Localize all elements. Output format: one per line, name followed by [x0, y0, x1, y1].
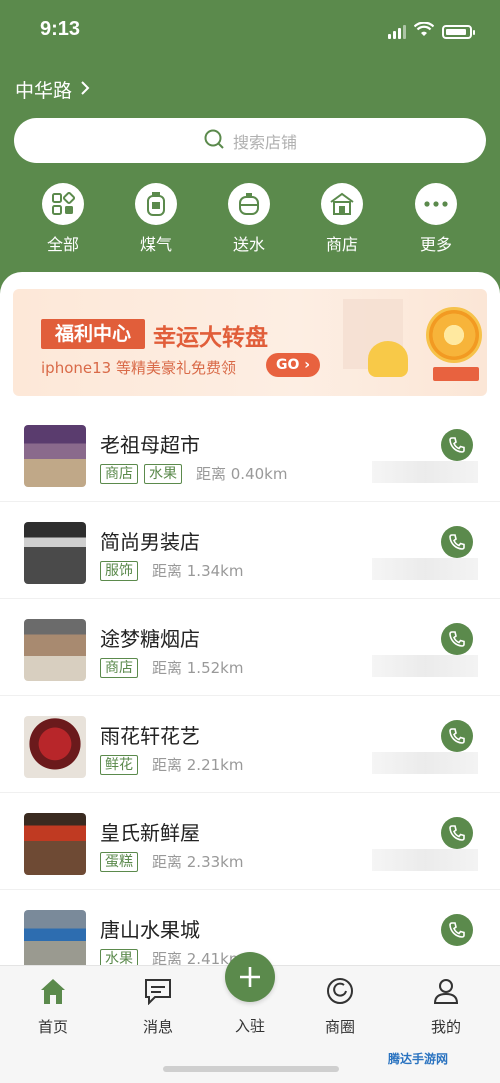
- tab-label: 消息: [142, 1018, 173, 1036]
- store-name: 简尚男装店: [100, 530, 200, 554]
- phone-icon[interactable]: [441, 817, 473, 849]
- water-bottle-icon: [228, 183, 270, 225]
- category-label: 送水: [232, 235, 265, 254]
- store-distance: 距离 2.33km: [152, 853, 244, 871]
- store-thumbnail: [24, 619, 86, 681]
- tab-label: 我的: [430, 1018, 461, 1036]
- category-label: 更多: [419, 235, 452, 254]
- battery-icon: [442, 25, 475, 39]
- phone-icon[interactable]: [441, 623, 473, 655]
- message-icon: [143, 976, 173, 1006]
- join-label: 入驻: [234, 1017, 265, 1035]
- category-bar: 全部 煤气 送水 商店 更多: [0, 183, 500, 255]
- coin-bag-icon: [368, 341, 408, 377]
- store-name: 老祖母超市: [100, 433, 200, 457]
- signal-icon: [388, 25, 406, 39]
- blurred-info: [372, 752, 478, 774]
- phone-icon[interactable]: [441, 526, 473, 558]
- category-water[interactable]: 送水: [209, 183, 289, 255]
- store-tag: 服饰: [100, 560, 138, 581]
- grid-icon: [42, 183, 84, 225]
- banner-tag: 福利中心: [41, 319, 145, 349]
- list-item[interactable]: 皇氏新鲜屋 蛋糕 距离 2.33km: [0, 793, 500, 890]
- tab-circle[interactable]: 商圈: [300, 976, 380, 1037]
- store-icon: [321, 183, 363, 225]
- user-icon: [431, 976, 461, 1006]
- phone-icon[interactable]: [441, 720, 473, 752]
- tab-label: 商圈: [324, 1018, 355, 1036]
- search-bar[interactable]: 搜索店铺: [14, 118, 486, 163]
- phone-icon[interactable]: [441, 914, 473, 946]
- banner-title: 幸运大转盘: [153, 325, 268, 351]
- location-label: 中华路: [15, 80, 73, 102]
- store-tag: 蛋糕: [100, 851, 138, 872]
- join-button[interactable]: [225, 952, 275, 1002]
- store-tag: 商店: [100, 463, 138, 484]
- banner-go-button[interactable]: GO ›: [266, 353, 320, 377]
- watermark: 腾达手游网: [388, 1052, 449, 1066]
- category-all[interactable]: 全部: [23, 183, 103, 255]
- home-icon: [38, 976, 68, 1006]
- store-thumbnail: [24, 425, 86, 487]
- list-item[interactable]: 老祖母超市 商店 水果 距离 0.40km: [0, 405, 500, 502]
- tab-home[interactable]: 首页: [13, 976, 93, 1037]
- blurred-info: [372, 558, 478, 580]
- category-more[interactable]: 更多: [396, 183, 476, 255]
- tab-messages[interactable]: 消息: [118, 976, 198, 1037]
- store-name: 唐山水果城: [100, 918, 200, 942]
- category-store[interactable]: 商店: [302, 183, 382, 255]
- store-distance: 距离 0.40km: [196, 465, 288, 483]
- category-label: 全部: [46, 235, 79, 254]
- tab-mine[interactable]: 我的: [406, 976, 486, 1037]
- more-icon: [415, 183, 457, 225]
- status-bar: 9:13: [0, 0, 500, 60]
- location-selector[interactable]: 中华路: [15, 76, 90, 103]
- tab-label: 首页: [37, 1018, 68, 1036]
- store-tag: 鲜花: [100, 754, 138, 775]
- store-name: 雨花轩花艺: [100, 724, 200, 748]
- prize-wheel-icon: [426, 307, 482, 363]
- store-distance: 距离 1.52km: [152, 659, 244, 677]
- store-thumbnail: [24, 522, 86, 584]
- store-thumbnail: [24, 716, 86, 778]
- wifi-icon: [413, 21, 435, 42]
- go-label: GO: [275, 357, 300, 373]
- category-gas[interactable]: 煤气: [116, 183, 196, 255]
- compass-icon: [325, 976, 355, 1006]
- status-time: 9:13: [40, 18, 81, 40]
- store-name: 途梦糖烟店: [100, 627, 200, 651]
- wheel-base: [433, 367, 479, 381]
- store-thumbnail: [24, 910, 86, 972]
- store-distance: 距离 1.34km: [152, 562, 244, 580]
- store-name: 皇氏新鲜屋: [100, 821, 200, 845]
- blurred-info: [372, 461, 478, 483]
- banner-subtitle: iphone13 等精美豪礼免费领: [41, 359, 236, 377]
- list-item[interactable]: 途梦糖烟店 商店 距离 1.52km: [0, 599, 500, 696]
- plus-icon: [240, 967, 260, 987]
- blurred-info: [372, 655, 478, 677]
- store-tag: 商店: [100, 657, 138, 678]
- store-tag: 水果: [144, 463, 182, 484]
- home-indicator: [163, 1066, 339, 1072]
- phone-icon[interactable]: [441, 429, 473, 461]
- blurred-info: [372, 849, 478, 871]
- category-label: 商店: [325, 235, 358, 254]
- list-item[interactable]: 雨花轩花艺 鲜花 距离 2.21km: [0, 696, 500, 793]
- promo-banner[interactable]: 福利中心 幸运大转盘 iphone13 等精美豪礼免费领 GO ›: [13, 289, 487, 396]
- store-distance: 距离 2.21km: [152, 756, 244, 774]
- gas-tank-icon: [135, 183, 177, 225]
- list-item[interactable]: 简尚男装店 服饰 距离 1.34km: [0, 502, 500, 599]
- chevron-right-icon: [80, 80, 90, 99]
- category-label: 煤气: [139, 235, 172, 254]
- search-icon: [203, 128, 225, 154]
- search-placeholder: 搜索店铺: [232, 132, 297, 152]
- store-thumbnail: [24, 813, 86, 875]
